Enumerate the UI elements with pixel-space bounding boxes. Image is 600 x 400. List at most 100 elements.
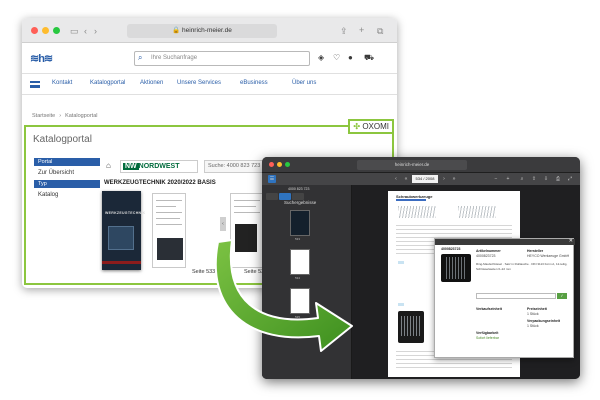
availability-value: Sofort lieferbar xyxy=(476,336,499,340)
thumbnail-label: 535 xyxy=(295,315,301,319)
thumbnail-label: 534 xyxy=(295,276,301,280)
oxomi-label: OXOMI xyxy=(362,122,389,131)
download-icon[interactable]: ⇩ xyxy=(542,175,550,183)
price-label: Preiseinheit xyxy=(527,307,547,311)
doc-heading-rule xyxy=(396,199,426,201)
product-photo xyxy=(157,238,183,260)
address-bar[interactable]: 🔒 heinrich-meier.de xyxy=(127,24,277,38)
wishlist-icon[interactable]: ♡ xyxy=(333,54,340,62)
cover-image xyxy=(108,226,134,250)
forward-icon[interactable]: › xyxy=(94,26,97,36)
page-text-line xyxy=(234,200,260,201)
search-icon[interactable]: ⌕ xyxy=(518,175,526,183)
back-icon[interactable]: ‹ xyxy=(84,26,87,36)
nordwest-logo[interactable]: NW NORDWEST xyxy=(120,160,198,173)
page-number-input[interactable]: 534 / 2008 xyxy=(412,175,438,183)
first-page-icon[interactable]: « xyxy=(402,175,410,183)
sidebar-item-katalog[interactable]: Katalog xyxy=(34,188,100,202)
maximize-window-button[interactable] xyxy=(285,162,290,167)
page-turn-icon[interactable]: ‹ xyxy=(220,217,226,231)
result-thumbnail[interactable]: 533 xyxy=(290,210,310,241)
previous-page-icon[interactable]: ‹ xyxy=(392,175,400,183)
tag-icon[interactable]: ◈ xyxy=(318,54,324,62)
browser-toolbar: ▭ ‹ › 🔒 heinrich-meier.de ⇪ + ⧉ xyxy=(22,18,397,43)
nav-item-aktionen[interactable]: Aktionen xyxy=(140,80,163,86)
nav-item-ebusiness[interactable]: eBusiness xyxy=(240,80,268,86)
result-thumbnail[interactable]: 534 xyxy=(290,249,310,280)
page-text-line xyxy=(234,206,256,207)
catalog-page-534[interactable] xyxy=(230,193,264,268)
close-window-button[interactable] xyxy=(31,27,38,34)
wrench-set-image xyxy=(398,206,436,218)
highlight-marker[interactable] xyxy=(398,261,404,264)
cart-icon[interactable]: ⛟ xyxy=(364,54,374,62)
minimize-window-button[interactable] xyxy=(42,27,49,34)
nav-item-ueber-uns[interactable]: Über uns xyxy=(292,80,316,86)
cover-title: WERKZEUGTECHNIK xyxy=(105,211,146,215)
tab-search[interactable] xyxy=(279,193,291,200)
table-row xyxy=(396,233,512,234)
sidebar-header-type: Typ xyxy=(34,180,100,188)
page-text-line xyxy=(156,206,176,207)
address-bar-url: heinrich-meier.de xyxy=(182,27,232,34)
page-text-line xyxy=(156,218,180,219)
highlight-marker[interactable] xyxy=(398,303,404,306)
quantity-input[interactable] xyxy=(476,293,556,299)
popup-header: ✕ xyxy=(435,238,575,245)
maximize-window-button[interactable] xyxy=(53,27,60,34)
new-tab-icon[interactable]: + xyxy=(359,25,364,35)
zoom-in-icon[interactable]: + xyxy=(504,175,512,183)
page-text-line xyxy=(156,200,182,201)
tabs-overview-icon[interactable]: ⧉ xyxy=(377,26,383,36)
wrench-roll-image xyxy=(398,311,424,343)
catalog-cover[interactable]: WERKZEUGTECHNIK xyxy=(102,191,145,270)
nav-item-services[interactable]: Unsere Services xyxy=(177,80,221,86)
viewer-sidebar: 4000 823 723 Suchergebnisse 533 534 535 xyxy=(262,185,352,379)
search-chip[interactable]: 4000 823 723 xyxy=(288,187,309,191)
wrench-set-image xyxy=(458,206,496,218)
add-to-cart-button[interactable]: ✓ xyxy=(557,293,567,299)
tab-bookmarks[interactable] xyxy=(292,193,304,200)
close-icon[interactable]: ✕ xyxy=(569,238,573,244)
search-icon: ⌕ xyxy=(138,53,143,62)
zoom-out-icon[interactable]: − xyxy=(492,175,500,183)
sidebar-item-overview[interactable]: Zur Übersicht xyxy=(34,166,100,180)
fullscreen-icon[interactable]: ⤢ xyxy=(566,175,574,183)
nordwest-mark: NW xyxy=(123,163,139,170)
package-value: 1 Stück xyxy=(527,324,539,328)
package-label: Verpackungseinheit xyxy=(527,319,561,323)
search-input[interactable]: ⌕ Ihre Suchanfrage xyxy=(134,51,310,66)
table-row xyxy=(396,359,512,360)
minimize-window-button[interactable] xyxy=(277,162,282,167)
result-thumbnail[interactable]: 535 xyxy=(290,288,310,319)
product-detail-popup: ✕ 4000823723 Artikelnummer 4000823723 He… xyxy=(434,238,575,358)
home-icon[interactable]: ⌂ xyxy=(106,161,111,170)
nordwest-brand: NORDWEST xyxy=(138,163,180,170)
page-text-line xyxy=(156,224,182,225)
sidebar-toggle-icon[interactable]: ▭ xyxy=(70,26,79,36)
share-icon[interactable]: ⇪ xyxy=(530,175,538,183)
maker-value: HEYCO Werkzeuge GmbH xyxy=(527,254,570,258)
tab-thumbnails[interactable] xyxy=(266,193,278,200)
page-title: Katalogportal xyxy=(33,134,92,145)
next-page-icon[interactable]: › xyxy=(440,175,448,183)
toggle-sidebar-icon[interactable]: ☰ xyxy=(268,175,276,183)
last-page-icon[interactable]: » xyxy=(450,175,458,183)
company-logo[interactable]: ≋h≋ xyxy=(30,52,53,65)
print-icon[interactable]: ⎙ xyxy=(554,175,562,183)
catalog-page-533[interactable] xyxy=(152,193,186,268)
sidebar-header-portal: Portal xyxy=(34,158,100,166)
nav-item-kontakt[interactable]: Kontakt xyxy=(52,80,72,86)
viewer-browser-toolbar: heinrich-meier.de xyxy=(262,157,580,173)
account-icon[interactable]: ● xyxy=(348,54,353,62)
nav-item-katalogportal[interactable]: Katalogportal xyxy=(90,80,125,86)
menu-icon[interactable] xyxy=(30,81,40,88)
site-header: ≋h≋ ⌕ Ihre Suchanfrage ◈ ♡ ● ⛟ xyxy=(22,43,397,73)
popup-article-number: 4000823723 xyxy=(441,247,461,251)
close-window-button[interactable] xyxy=(269,162,274,167)
share-icon[interactable]: ⇪ xyxy=(340,26,348,36)
breadcrumb-home[interactable]: Startseite xyxy=(32,113,55,119)
breadcrumb: Startseite › Katalogportal xyxy=(32,113,98,119)
table-row xyxy=(396,229,512,230)
viewer-address-bar[interactable]: heinrich-meier.de xyxy=(357,160,467,170)
